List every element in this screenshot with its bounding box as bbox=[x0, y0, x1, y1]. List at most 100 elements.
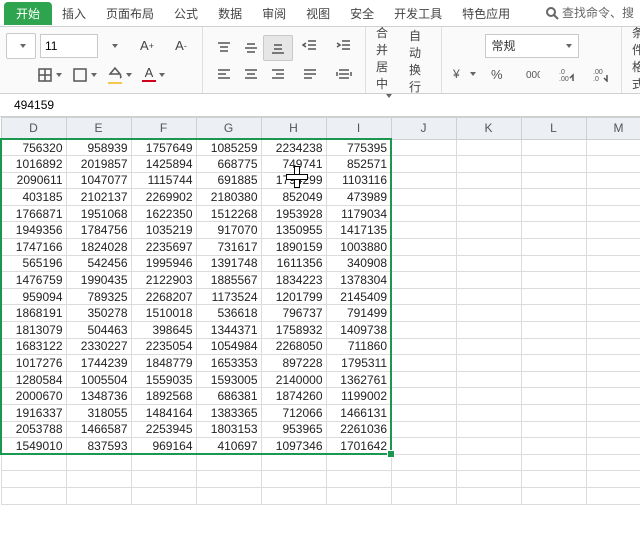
cell[interactable]: 542456 bbox=[66, 255, 131, 272]
cell[interactable]: 691885 bbox=[196, 172, 261, 189]
cell[interactable] bbox=[1, 471, 66, 488]
decrease-decimal-button[interactable]: .00.0 bbox=[585, 61, 615, 87]
cell[interactable]: 2000670 bbox=[1, 388, 66, 405]
cell[interactable]: 403185 bbox=[1, 189, 66, 206]
cell[interactable]: 398645 bbox=[131, 322, 196, 339]
formula-input[interactable] bbox=[12, 97, 216, 113]
cell[interactable]: 1794299 bbox=[261, 172, 326, 189]
cell[interactable] bbox=[66, 454, 131, 471]
cell[interactable] bbox=[456, 371, 521, 388]
cell[interactable] bbox=[391, 239, 456, 256]
cell[interactable]: 2268207 bbox=[131, 288, 196, 305]
cell[interactable]: 668775 bbox=[196, 156, 261, 173]
cell[interactable]: 1683122 bbox=[1, 338, 66, 355]
decrease-font-button[interactable]: A- bbox=[166, 33, 196, 59]
cell[interactable]: 473989 bbox=[326, 189, 391, 206]
cell[interactable] bbox=[391, 388, 456, 405]
cell[interactable] bbox=[261, 487, 326, 504]
cell[interactable] bbox=[586, 438, 640, 455]
align-left-button[interactable] bbox=[209, 61, 239, 87]
cell[interactable] bbox=[456, 205, 521, 222]
cell[interactable] bbox=[521, 487, 586, 504]
font-size-dropdown[interactable] bbox=[98, 33, 128, 59]
cell[interactable]: 749741 bbox=[261, 156, 326, 173]
cell[interactable]: 1549010 bbox=[1, 438, 66, 455]
cell[interactable]: 1701642 bbox=[326, 438, 391, 455]
column-header[interactable]: J bbox=[391, 118, 456, 140]
cell[interactable] bbox=[456, 421, 521, 438]
cell[interactable] bbox=[521, 205, 586, 222]
column-header[interactable]: K bbox=[456, 118, 521, 140]
cell[interactable] bbox=[586, 156, 640, 173]
cell[interactable]: 1003880 bbox=[326, 239, 391, 256]
cell[interactable] bbox=[521, 189, 586, 206]
cell[interactable] bbox=[391, 454, 456, 471]
cell[interactable] bbox=[391, 421, 456, 438]
cell[interactable]: 2261036 bbox=[326, 421, 391, 438]
cell[interactable] bbox=[326, 454, 391, 471]
cell[interactable] bbox=[521, 471, 586, 488]
cell[interactable]: 1951068 bbox=[66, 205, 131, 222]
cell[interactable]: 1425894 bbox=[131, 156, 196, 173]
cell[interactable] bbox=[261, 471, 326, 488]
cell[interactable] bbox=[521, 421, 586, 438]
cell[interactable]: 1173524 bbox=[196, 288, 261, 305]
cell[interactable]: 1848779 bbox=[131, 355, 196, 372]
cell[interactable]: 1916337 bbox=[1, 405, 66, 422]
cell[interactable] bbox=[131, 454, 196, 471]
cell[interactable]: 1409738 bbox=[326, 322, 391, 339]
cell[interactable]: 1834223 bbox=[261, 272, 326, 289]
align-right-button[interactable] bbox=[263, 61, 293, 87]
cell[interactable] bbox=[456, 239, 521, 256]
column-header[interactable]: H bbox=[261, 118, 326, 140]
cell[interactable] bbox=[586, 139, 640, 156]
cell[interactable]: 318055 bbox=[66, 405, 131, 422]
cell[interactable] bbox=[521, 438, 586, 455]
cell[interactable] bbox=[521, 139, 586, 156]
merge-center-button[interactable]: 合并居中 bbox=[372, 32, 402, 88]
cell[interactable]: 756320 bbox=[1, 139, 66, 156]
cell[interactable] bbox=[66, 487, 131, 504]
cell[interactable] bbox=[131, 487, 196, 504]
search-hint[interactable]: 查找命令、搜 bbox=[545, 4, 634, 21]
cell[interactable] bbox=[586, 371, 640, 388]
cell[interactable]: 1512268 bbox=[196, 205, 261, 222]
cell[interactable] bbox=[196, 471, 261, 488]
cell[interactable]: 1344371 bbox=[196, 322, 261, 339]
cell[interactable] bbox=[456, 438, 521, 455]
cell[interactable] bbox=[586, 288, 640, 305]
cell-style-dropdown[interactable] bbox=[69, 62, 100, 88]
cell[interactable] bbox=[456, 139, 521, 156]
cell[interactable] bbox=[326, 487, 391, 504]
cell[interactable] bbox=[196, 454, 261, 471]
cell[interactable]: 1201799 bbox=[261, 288, 326, 305]
cell[interactable]: 340908 bbox=[326, 255, 391, 272]
cell[interactable]: 1017276 bbox=[1, 355, 66, 372]
cell[interactable] bbox=[456, 388, 521, 405]
cell[interactable]: 958939 bbox=[66, 139, 131, 156]
align-top-button[interactable] bbox=[209, 35, 239, 61]
cell[interactable] bbox=[1, 487, 66, 504]
tab-insert[interactable]: 插入 bbox=[52, 2, 96, 25]
cell[interactable] bbox=[391, 305, 456, 322]
cell[interactable] bbox=[66, 471, 131, 488]
cell[interactable]: 1097346 bbox=[261, 438, 326, 455]
cell[interactable]: 2090611 bbox=[1, 172, 66, 189]
conditional-format-button[interactable]: 条件格式 bbox=[628, 32, 640, 88]
cell[interactable]: 2145409 bbox=[326, 288, 391, 305]
cell[interactable]: 1744239 bbox=[66, 355, 131, 372]
cell[interactable]: 1199002 bbox=[326, 388, 391, 405]
cell[interactable] bbox=[456, 322, 521, 339]
cell[interactable]: 959094 bbox=[1, 288, 66, 305]
cell[interactable]: 2235054 bbox=[131, 338, 196, 355]
cell[interactable] bbox=[456, 338, 521, 355]
tab-view[interactable]: 视图 bbox=[296, 2, 340, 25]
cell[interactable]: 775395 bbox=[326, 139, 391, 156]
cell[interactable] bbox=[391, 487, 456, 504]
cell[interactable] bbox=[586, 421, 640, 438]
cell[interactable] bbox=[521, 222, 586, 239]
cell[interactable]: 2053788 bbox=[1, 421, 66, 438]
cell[interactable]: 2140000 bbox=[261, 371, 326, 388]
align-bottom-button[interactable] bbox=[263, 35, 293, 61]
comma-style-button[interactable]: 000 bbox=[517, 61, 547, 87]
